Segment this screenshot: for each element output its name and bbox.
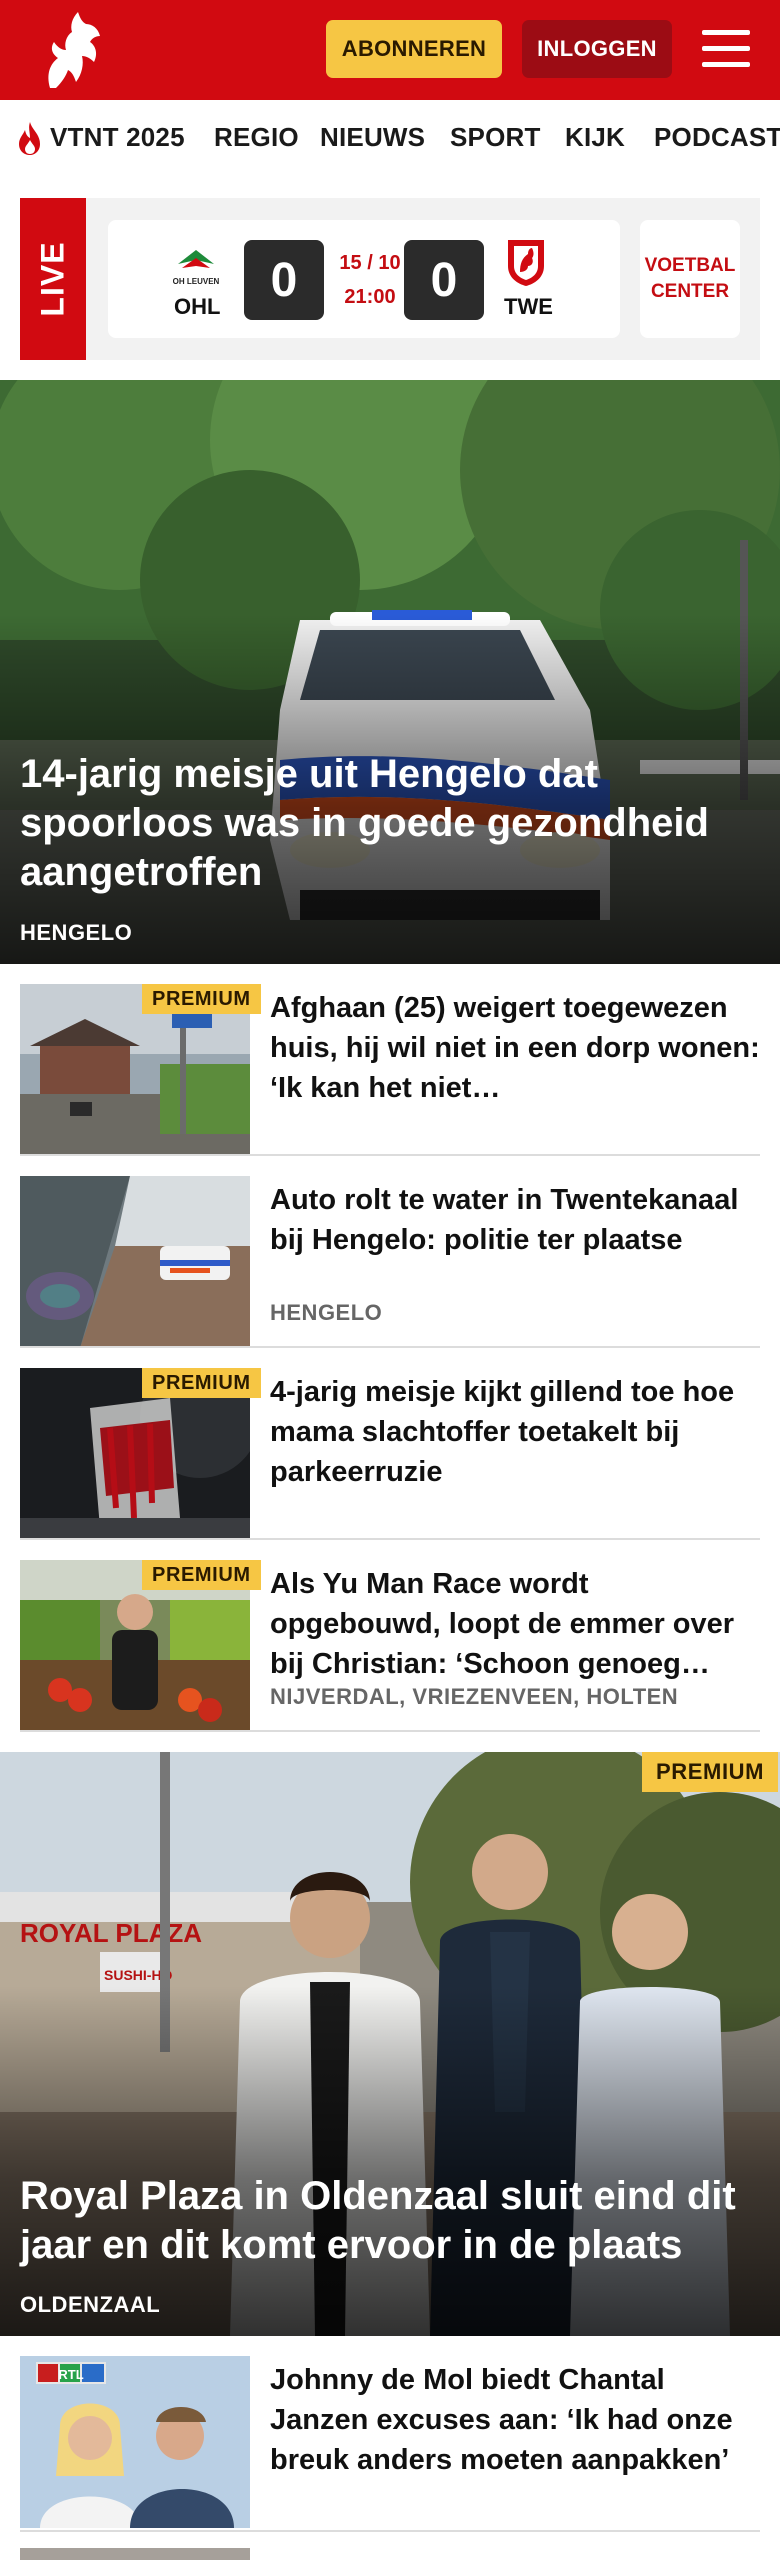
main-navigation: VTNT 2025 REGIO NIEUWS SPORT KIJK PODCAS… [0,100,780,180]
nav-item-sport[interactable]: SPORT [450,122,541,153]
article-thumbnail [20,1176,250,1348]
hero-location: HENGELO [20,920,133,945]
divider [20,1730,760,1732]
match-date: 15 / 10 [339,252,401,274]
premium-badge: PREMIUM [142,1560,261,1590]
login-button[interactable]: INLOGGEN [522,20,672,78]
list-item[interactable]: PREMIUM Afghaan (25) weigert toegewezen … [20,984,760,1156]
article-thumbnail: RTL [20,2356,250,2528]
article-title[interactable]: Als Yu Man Race wordt opgebouwd, loopt d… [270,1564,760,1684]
list-item[interactable]: PREMIUM 4-jarig meisje kijkt gillend toe… [20,1368,760,1540]
nav-item-podcast[interactable]: PODCAST [654,122,780,153]
premium-badge: PREMIUM [642,1752,779,1792]
hero-title[interactable]: 14-jarig meisje uit Hengelo dat spoorloo… [20,750,760,897]
nav-item-kijk[interactable]: KIJK [565,122,625,153]
oh-leuven-logo-text: OH LEUVEN [173,277,220,286]
hamburger-icon[interactable] [700,24,754,72]
article-thumbnail [20,2548,250,2560]
article-location: NIJVERDAL, VRIEZENVEEN, HOLTEN [270,1684,679,1709]
rtl-badge-text: RTL [58,2367,83,2382]
home-team-abbr: OHL [174,294,221,319]
match-datetime: 15 / 10 21:00 [332,246,408,314]
live-scores-widget: LIVE OH LEUVEN OHL 0 15 / 10 21:00 0 TWE… [20,198,760,360]
list-item[interactable]: Auto rolt te water in Twentekanaal bij H… [20,1176,760,1348]
hero-title[interactable]: Royal Plaza in Oldenzaal sluit eind dit … [20,2172,760,2270]
divider [20,2530,760,2532]
nav-item-vtnt-2025[interactable]: VTNT 2025 [50,122,185,153]
match-card[interactable]: OH LEUVEN OHL 0 15 / 10 21:00 0 TWE [108,220,620,338]
list-item[interactable]: RTL Johnny de Mol biedt Chantal Janzen e… [20,2356,760,2528]
fc-twente-logo-icon [508,240,544,286]
subscribe-button[interactable]: ABONNEREN [326,20,502,78]
hero-gradient [0,1985,780,2336]
voetbal-center-line2: CENTER [650,281,730,302]
article-title[interactable]: Auto rolt te water in Twentekanaal bij H… [270,1180,760,1260]
nav-item-nieuws[interactable]: NIEUWS [320,122,425,153]
oh-leuven-logo-icon: OH LEUVEN [173,250,220,286]
list-item[interactable] [20,2548,760,2560]
premium-badge: PREMIUM [142,984,261,1014]
away-score: 0 [404,240,484,320]
tubantia-horse-icon[interactable] [36,8,106,92]
live-tag: LIVE [20,198,86,360]
match-time: 21:00 [344,286,396,308]
voetbal-center-link[interactable]: VOETBAL CENTER [640,220,740,338]
premium-badge: PREMIUM [142,1368,261,1398]
divider [20,1154,760,1156]
voetbal-center-line1: VOETBAL [644,255,736,276]
hero-location: OLDENZAAL [20,2292,161,2317]
article-title[interactable]: Johnny de Mol biedt Chantal Janzen excus… [270,2360,760,2480]
live-label: LIVE [34,241,71,317]
royal-plaza-sign-text: ROYAL PLAZA [20,1918,202,1948]
list-item[interactable]: PREMIUM Als Yu Man Race wordt opgebouwd,… [20,1560,760,1732]
hero-article-1[interactable]: 14-jarig meisje uit Hengelo dat spoorloo… [0,380,780,964]
site-header: ABONNEREN INLOGGEN [0,0,780,100]
home-score: 0 [244,240,324,320]
divider [20,1538,760,1540]
divider [20,1346,760,1348]
nav-item-regio[interactable]: REGIO [214,122,299,153]
hero-article-2[interactable]: ROYAL PLAZA SUSHI-HO PREMIUM Royal Plaza… [0,1752,780,2336]
flame-icon [19,122,40,155]
article-title[interactable]: 4-jarig meisje kijkt gillend toe hoe mam… [270,1372,760,1492]
article-location: HENGELO [270,1300,383,1325]
away-team-abbr: TWE [504,294,553,319]
article-title[interactable]: Afghaan (25) weigert toegewezen huis, hi… [270,988,760,1108]
